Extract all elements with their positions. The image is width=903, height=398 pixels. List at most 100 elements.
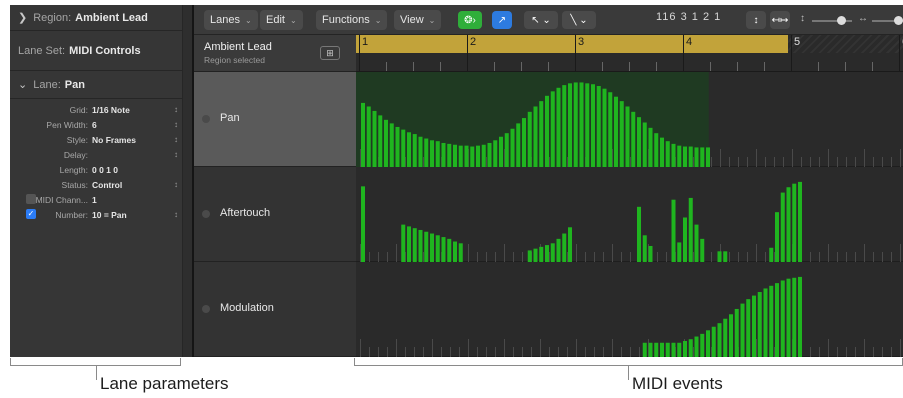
midi-event-bar[interactable] [729, 314, 733, 357]
midi-event-bar[interactable] [642, 122, 647, 168]
midi-event-bar[interactable] [591, 84, 595, 167]
midi-event-bar[interactable] [694, 224, 699, 262]
midi-event-bar[interactable] [470, 146, 475, 167]
midi-event-bar[interactable] [545, 245, 549, 262]
midi-event-bar[interactable] [769, 285, 774, 357]
midi-event-bar[interactable] [407, 132, 411, 167]
midi-event-bar[interactable] [677, 145, 682, 167]
midi-event-bar[interactable] [458, 145, 463, 167]
midi-event-bar[interactable] [418, 136, 423, 167]
midi-event-bar[interactable] [361, 186, 365, 262]
midi-event-bar[interactable] [418, 229, 423, 262]
midi-event-bar[interactable] [510, 128, 515, 167]
lane-header-pan[interactable]: Pan [194, 72, 356, 167]
midi-event-bar[interactable] [775, 283, 779, 357]
midi-event-bar[interactable] [366, 106, 371, 167]
midi-event-bar[interactable] [683, 146, 687, 167]
midi-event-bar[interactable] [424, 138, 429, 167]
midi-event-bar[interactable] [412, 134, 417, 167]
midi-event-bar[interactable] [798, 181, 802, 262]
midi-event-bar[interactable] [522, 118, 526, 167]
chevron-down-icon[interactable]: ⌄ [18, 78, 27, 91]
stepper-icon[interactable]: ↕ [170, 135, 182, 144]
vertical-zoom-thumb[interactable] [837, 16, 846, 25]
midi-event-bar[interactable] [786, 278, 791, 357]
midi-event-bar[interactable] [648, 342, 653, 357]
stepper-icon[interactable]: ↕ [170, 120, 182, 129]
param-checkbox[interactable]: ✓ [26, 209, 36, 219]
region-bar[interactable] [356, 35, 788, 53]
view-menu[interactable]: View ⌄ [394, 10, 442, 30]
add-lane-button[interactable]: ⊞ [320, 46, 340, 60]
midi-event-bar[interactable] [441, 237, 446, 262]
midi-event-bar[interactable] [389, 123, 394, 167]
midi-event-bar[interactable] [407, 226, 411, 262]
midi-event-bar[interactable] [786, 187, 791, 262]
midi-event-bar[interactable] [706, 330, 710, 357]
stepper-icon[interactable]: ↕ [170, 150, 182, 159]
midi-event-bar[interactable] [527, 250, 532, 262]
lane-set-row[interactable]: Lane Set: MIDI Controls [10, 31, 182, 71]
midi-event-bar[interactable] [585, 83, 590, 167]
midi-event-bar[interactable] [654, 133, 659, 167]
midi-event-area[interactable] [356, 72, 903, 357]
lane-header-modulation[interactable]: Modulation [194, 262, 356, 357]
midi-event-bar[interactable] [752, 295, 756, 357]
midi-event-bar[interactable] [401, 129, 406, 167]
midi-event-bar[interactable] [539, 246, 544, 262]
midi-event-bar[interactable] [717, 251, 722, 262]
midi-event-bar[interactable] [458, 243, 463, 262]
midi-event-bar[interactable] [619, 101, 624, 167]
midi-event-bar[interactable] [642, 342, 647, 357]
midi-event-bar[interactable] [740, 303, 745, 357]
catch-button[interactable]: ↗ [492, 11, 512, 29]
pencil-tool-button[interactable]: ╲ ⌄ [562, 11, 596, 29]
midi-event-bar[interactable] [637, 117, 641, 167]
midi-event-bar[interactable] [780, 280, 785, 357]
midi-event-bar[interactable] [550, 91, 555, 167]
midi-event-bar[interactable] [568, 83, 572, 167]
param-row[interactable]: Delay: ↕ [10, 147, 182, 162]
region-header-area[interactable]: Ambient Lead Region selected ⊞ [194, 35, 356, 72]
midi-event-bar[interactable] [654, 342, 659, 357]
param-checkbox[interactable] [26, 194, 36, 204]
param-value[interactable]: No Frames [92, 135, 170, 145]
lane-indicator-dot[interactable] [202, 210, 210, 218]
midi-event-bar[interactable] [533, 248, 538, 262]
midi-event-bar[interactable] [660, 342, 664, 357]
midi-event-bar[interactable] [648, 127, 653, 167]
midi-event-bar[interactable] [556, 238, 561, 262]
horizontal-zoom-thumb[interactable] [894, 16, 903, 25]
midi-event-bar[interactable] [723, 251, 728, 262]
midi-event-bar[interactable] [384, 119, 388, 167]
edit-menu[interactable]: Edit ⌄ [260, 10, 303, 30]
midi-event-bar[interactable] [688, 197, 693, 262]
midi-event-bar[interactable] [671, 199, 676, 262]
midi-event-bar[interactable] [430, 233, 434, 262]
lanes-menu[interactable]: Lanes ⌄ [204, 10, 258, 30]
param-row[interactable]: Status: Control ↕ [10, 177, 182, 192]
midi-event-bar[interactable] [780, 192, 785, 262]
midi-event-bar[interactable] [717, 323, 722, 357]
midi-event-bar[interactable] [481, 144, 486, 167]
midi-event-bar[interactable] [441, 142, 446, 167]
midi-event-bar[interactable] [631, 111, 636, 167]
midi-event-bar[interactable] [568, 227, 572, 262]
midi-event-bar[interactable] [453, 241, 457, 262]
vertical-zoom-slider[interactable] [812, 20, 852, 22]
param-row[interactable]: ✓ Number: 10 = Pan ↕ [10, 207, 182, 222]
stepper-icon[interactable]: ↕ [170, 105, 182, 114]
midi-event-bar[interactable] [625, 106, 630, 167]
lane-indicator-dot[interactable] [202, 305, 210, 313]
midi-event-bar[interactable] [660, 137, 664, 167]
stepper-icon[interactable]: ↕ [170, 210, 182, 219]
midi-event-bar[interactable] [648, 245, 653, 262]
param-value[interactable]: 10 = Pan [92, 210, 170, 220]
midi-event-bar[interactable] [435, 235, 440, 262]
midi-event-bar[interactable] [688, 146, 693, 167]
midi-event-bar[interactable] [476, 145, 480, 167]
midi-event-bar[interactable] [602, 88, 607, 167]
midi-event-bar[interactable] [677, 342, 682, 357]
midi-event-bar[interactable] [550, 243, 555, 262]
midi-event-bar[interactable] [516, 123, 521, 167]
